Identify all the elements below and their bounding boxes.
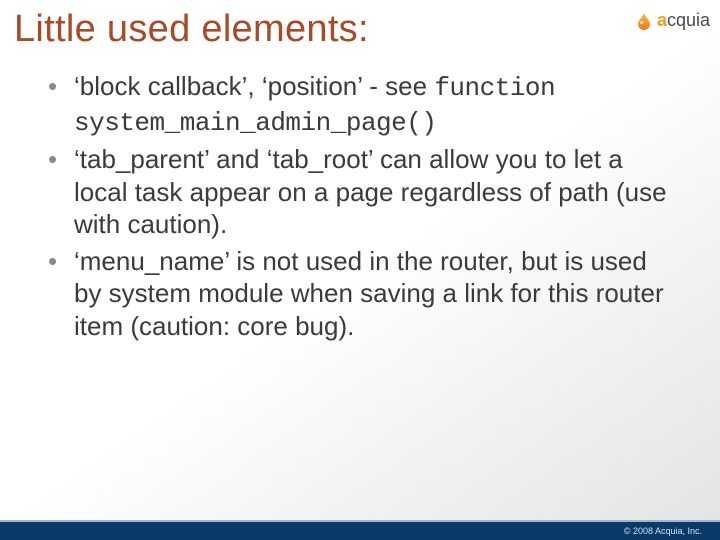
brand-logo: acquia [635, 10, 710, 31]
bullet-text: ‘block callback’, ‘position’ - see [74, 71, 434, 101]
content-area: ‘block callback’, ‘position’ - see funct… [40, 70, 670, 346]
bullet-text: ‘menu_name’ is not used in the router, b… [74, 246, 664, 341]
slide: Little used elements: acquia ‘block call… [0, 0, 720, 540]
footer: © 2008 Acquia, Inc. [0, 510, 720, 540]
bullet-list: ‘block callback’, ‘position’ - see funct… [40, 70, 670, 342]
droplet-icon [635, 11, 653, 31]
list-item: ‘block callback’, ‘position’ - see funct… [40, 70, 670, 139]
brand-text-rest: cquia [667, 10, 710, 30]
copyright-text: © 2008 Acquia, Inc. [624, 526, 702, 536]
slide-title: Little used elements: [14, 8, 369, 51]
brand-text: acquia [657, 10, 710, 31]
list-item: ‘tab_parent’ and ‘tab_root’ can allow yo… [40, 143, 670, 241]
brand-text-accent: a [657, 10, 667, 30]
list-item: ‘menu_name’ is not used in the router, b… [40, 245, 670, 343]
footer-band-dark: © 2008 Acquia, Inc. [0, 522, 720, 540]
bullet-text: ‘tab_parent’ and ‘tab_root’ can allow yo… [74, 144, 667, 239]
